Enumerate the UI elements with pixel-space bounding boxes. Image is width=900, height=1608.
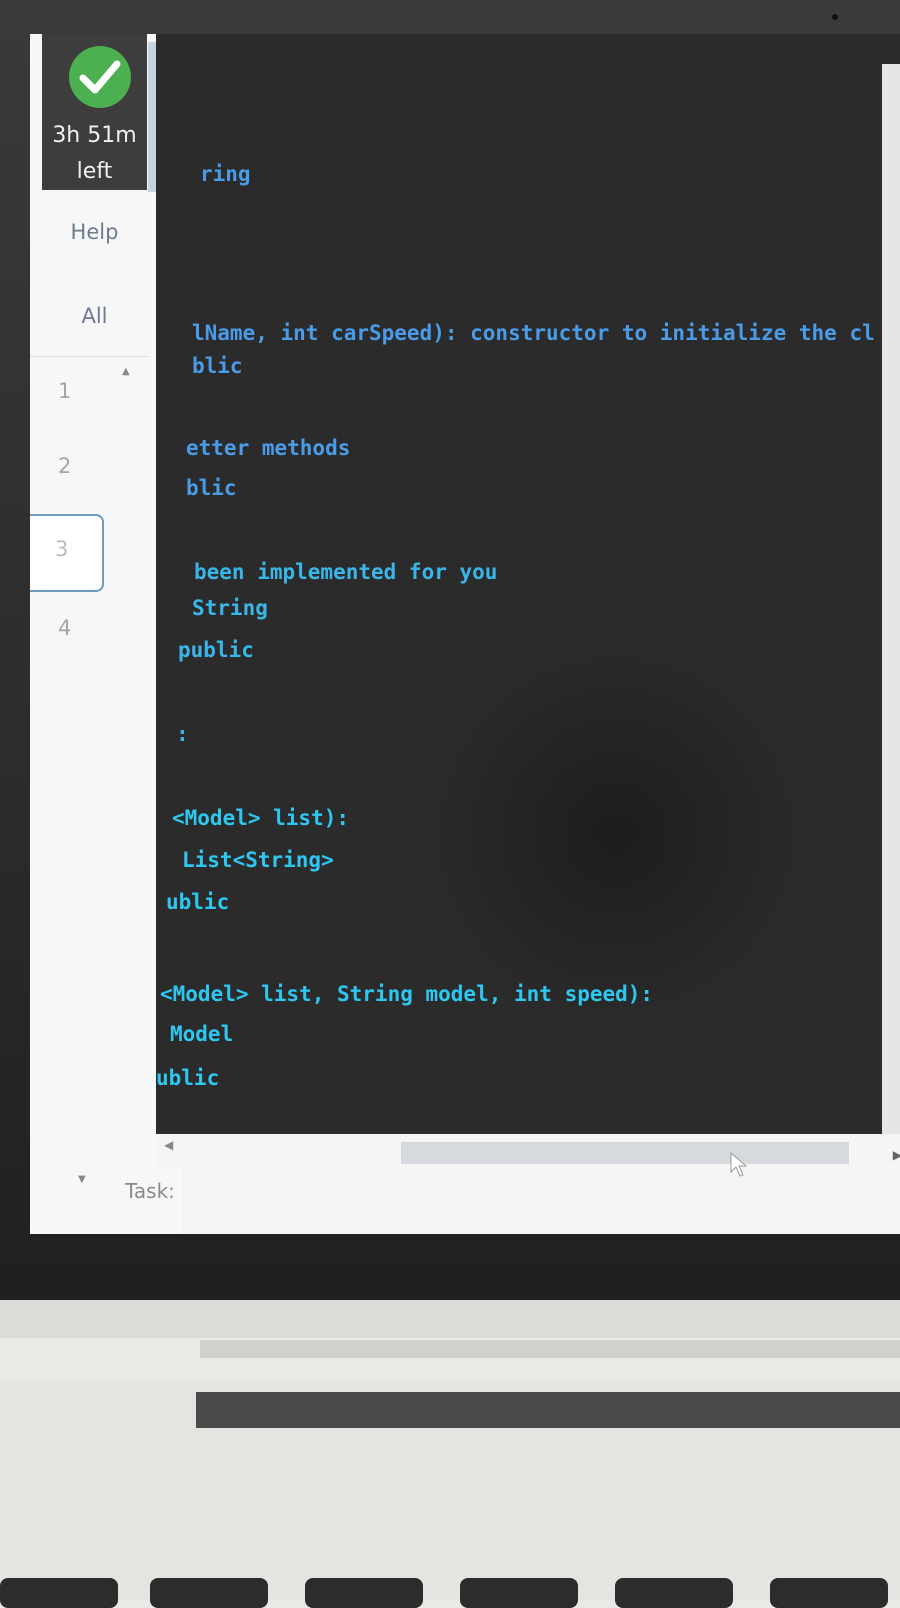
divider xyxy=(30,356,148,357)
code-line: <Model> list): xyxy=(172,806,350,830)
code-line: ublic xyxy=(166,890,230,914)
code-line: public xyxy=(178,638,254,662)
task-label: Task: xyxy=(125,1179,175,1203)
help-link[interactable]: Help xyxy=(42,220,147,244)
code-line: : xyxy=(176,722,189,746)
timer-panel: 3h 51m left xyxy=(42,34,147,190)
question-1-tab[interactable]: 1 xyxy=(58,379,71,403)
code-line: blic xyxy=(192,354,243,378)
time-remaining-suffix: left xyxy=(76,159,113,184)
screen-glare xyxy=(416,634,816,1034)
code-line: etter methods xyxy=(186,436,351,460)
chevron-up-icon[interactable]: ▲ xyxy=(122,366,130,377)
question-3-label: 3 xyxy=(55,537,69,561)
code-line: blic xyxy=(186,476,237,500)
webcam-icon xyxy=(832,14,838,20)
code-line: been implemented for you xyxy=(194,560,498,584)
chevron-down-icon[interactable]: ▼ xyxy=(78,1174,86,1185)
chevron-left-icon[interactable]: ◀ xyxy=(164,1138,173,1152)
code-line: ring xyxy=(200,162,251,186)
code-line: String xyxy=(192,596,268,620)
screen: 3h 51m left Help All ▲ 1 2 3 4 ▼ ring lN… xyxy=(30,34,900,1234)
laptop-hinge xyxy=(0,1300,900,1338)
time-remaining: 3h 51m left xyxy=(42,118,147,190)
vertical-scrollbar[interactable] xyxy=(882,64,900,1134)
laptop-edge xyxy=(196,1392,900,1428)
keyboard-key xyxy=(770,1578,888,1608)
keyboard-key xyxy=(305,1578,423,1608)
question-2-tab[interactable]: 2 xyxy=(58,454,71,478)
code-line: List<String> xyxy=(182,848,334,872)
all-questions-tab[interactable]: All xyxy=(42,304,147,328)
keyboard-key xyxy=(0,1578,118,1608)
code-line: lName, int carSpeed): constructor to ini… xyxy=(192,321,875,345)
code-line: <Model> list, String model, int speed): xyxy=(160,982,654,1006)
laptop-hinge-groove xyxy=(200,1340,900,1358)
check-icon xyxy=(69,46,131,108)
horizontal-scrollbar[interactable]: ◀ ▶ xyxy=(156,1134,900,1168)
time-remaining-value: 3h 51m xyxy=(52,123,137,148)
code-editor[interactable]: ring lName, int carSpeed): constructor t… xyxy=(156,34,900,1134)
horizontal-scrollbar-thumb[interactable] xyxy=(401,1142,849,1164)
keyboard-key xyxy=(460,1578,578,1608)
chevron-right-icon[interactable]: ▶ xyxy=(893,1148,900,1162)
code-line: ublic xyxy=(156,1066,220,1090)
code-line: Model xyxy=(170,1022,234,1046)
keyboard-key xyxy=(150,1578,268,1608)
question-4-tab[interactable]: 4 xyxy=(58,616,71,640)
keyboard-key xyxy=(615,1578,733,1608)
mouse-cursor-icon xyxy=(730,1151,748,1182)
